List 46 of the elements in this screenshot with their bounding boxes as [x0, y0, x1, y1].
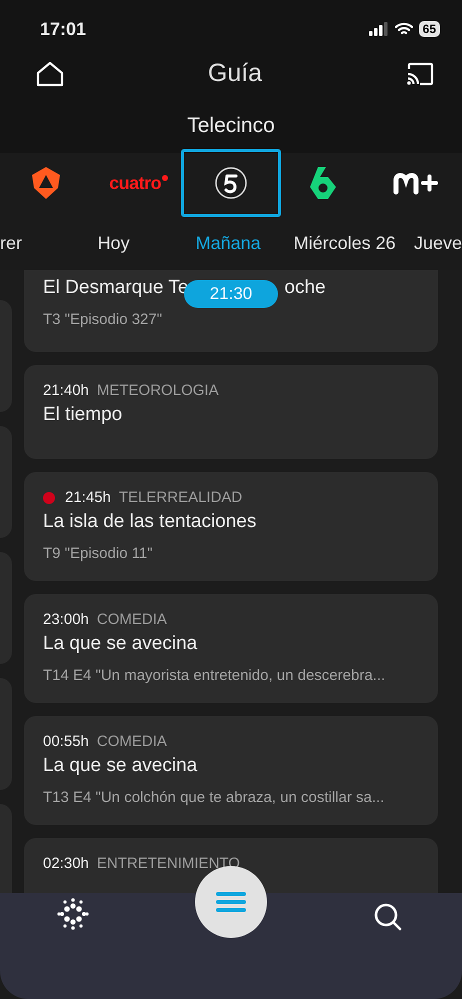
program-genre: COMEDIA: [96, 732, 167, 752]
program-genre: COMEDIA: [96, 610, 167, 630]
program-subtitle: T3 "Episodio 327": [43, 310, 164, 330]
day-tab[interactable]: Jueve: [414, 232, 462, 252]
home-icon[interactable]: [36, 61, 64, 87]
program-title: oche: [284, 276, 326, 300]
day-tab[interactable]: Miércoles 26: [294, 232, 396, 252]
program-card[interactable]: 21:40h METEOROLOGIA El tiempo: [24, 365, 438, 459]
day-tab[interactable]: rer: [0, 232, 22, 252]
program-time: 02:30h: [43, 854, 89, 874]
program-subtitle: T14 E4 "Un mayorista entretenido, un descerebra...: [43, 666, 386, 686]
program-time: 21:40h: [43, 380, 89, 401]
program-title: El tiempo: [43, 403, 124, 427]
day-tab[interactable]: Hoy: [98, 232, 130, 252]
program-genre: TELERREALIDAD: [118, 488, 242, 508]
channel-tab[interactable]: cuatro: [92, 149, 185, 217]
channel-logo-icon: [214, 166, 248, 200]
program-genre: ENTRETENIMIENTO: [96, 854, 240, 874]
program-title: La que se avecina: [43, 632, 198, 656]
battery-indicator: 65: [418, 21, 440, 37]
program-title: La isla de las tentaciones: [43, 510, 258, 534]
channel-logo: cuatro: [109, 170, 168, 196]
channel-tab[interactable]: [181, 149, 281, 217]
search-icon[interactable]: [373, 902, 403, 932]
channel-name: Telecinco: [187, 113, 275, 139]
signal-icon: [368, 22, 389, 36]
program-card[interactable]: 23:00h COMEDIA La que se avecina T14 E4 "Un mayorista entretenido, un descerebra...: [24, 594, 438, 703]
program-subtitle: T13 E4 "Un colchón que te abraza, un costillar sa...: [43, 788, 386, 808]
program-title: La que se avecina: [43, 754, 198, 778]
day-tab[interactable]: Mañana: [196, 232, 261, 252]
program-subtitle: T9 "Episodio 11": [43, 544, 154, 564]
wifi-icon: [394, 22, 413, 36]
menu-icon: [216, 889, 246, 915]
program-time: 23:00h: [43, 610, 89, 630]
sparkle-icon[interactable]: [56, 897, 90, 931]
program-card[interactable]: 00:55h COMEDIA La que se avecina T13 E4 "Un colchón que te abraza, un costillar sa...: [24, 716, 438, 825]
page-title: Guía: [208, 58, 262, 90]
program-time: 21:45h: [65, 488, 111, 508]
program-time: 00:55h: [43, 732, 89, 752]
program-genre: METEOROLOGIA: [96, 380, 219, 401]
program-card[interactable]: 21:45h TELERREALIDAD La isla de las tentaciones T9 "Episodio 11": [24, 472, 438, 581]
channel-logo-icon: [308, 166, 338, 200]
cast-icon[interactable]: [406, 62, 434, 86]
program-card[interactable]: 02:30h ENTRETENIMIENTO: [24, 838, 438, 893]
channel-logo-icon: [392, 170, 439, 196]
status-time: 17:01: [40, 18, 86, 40]
